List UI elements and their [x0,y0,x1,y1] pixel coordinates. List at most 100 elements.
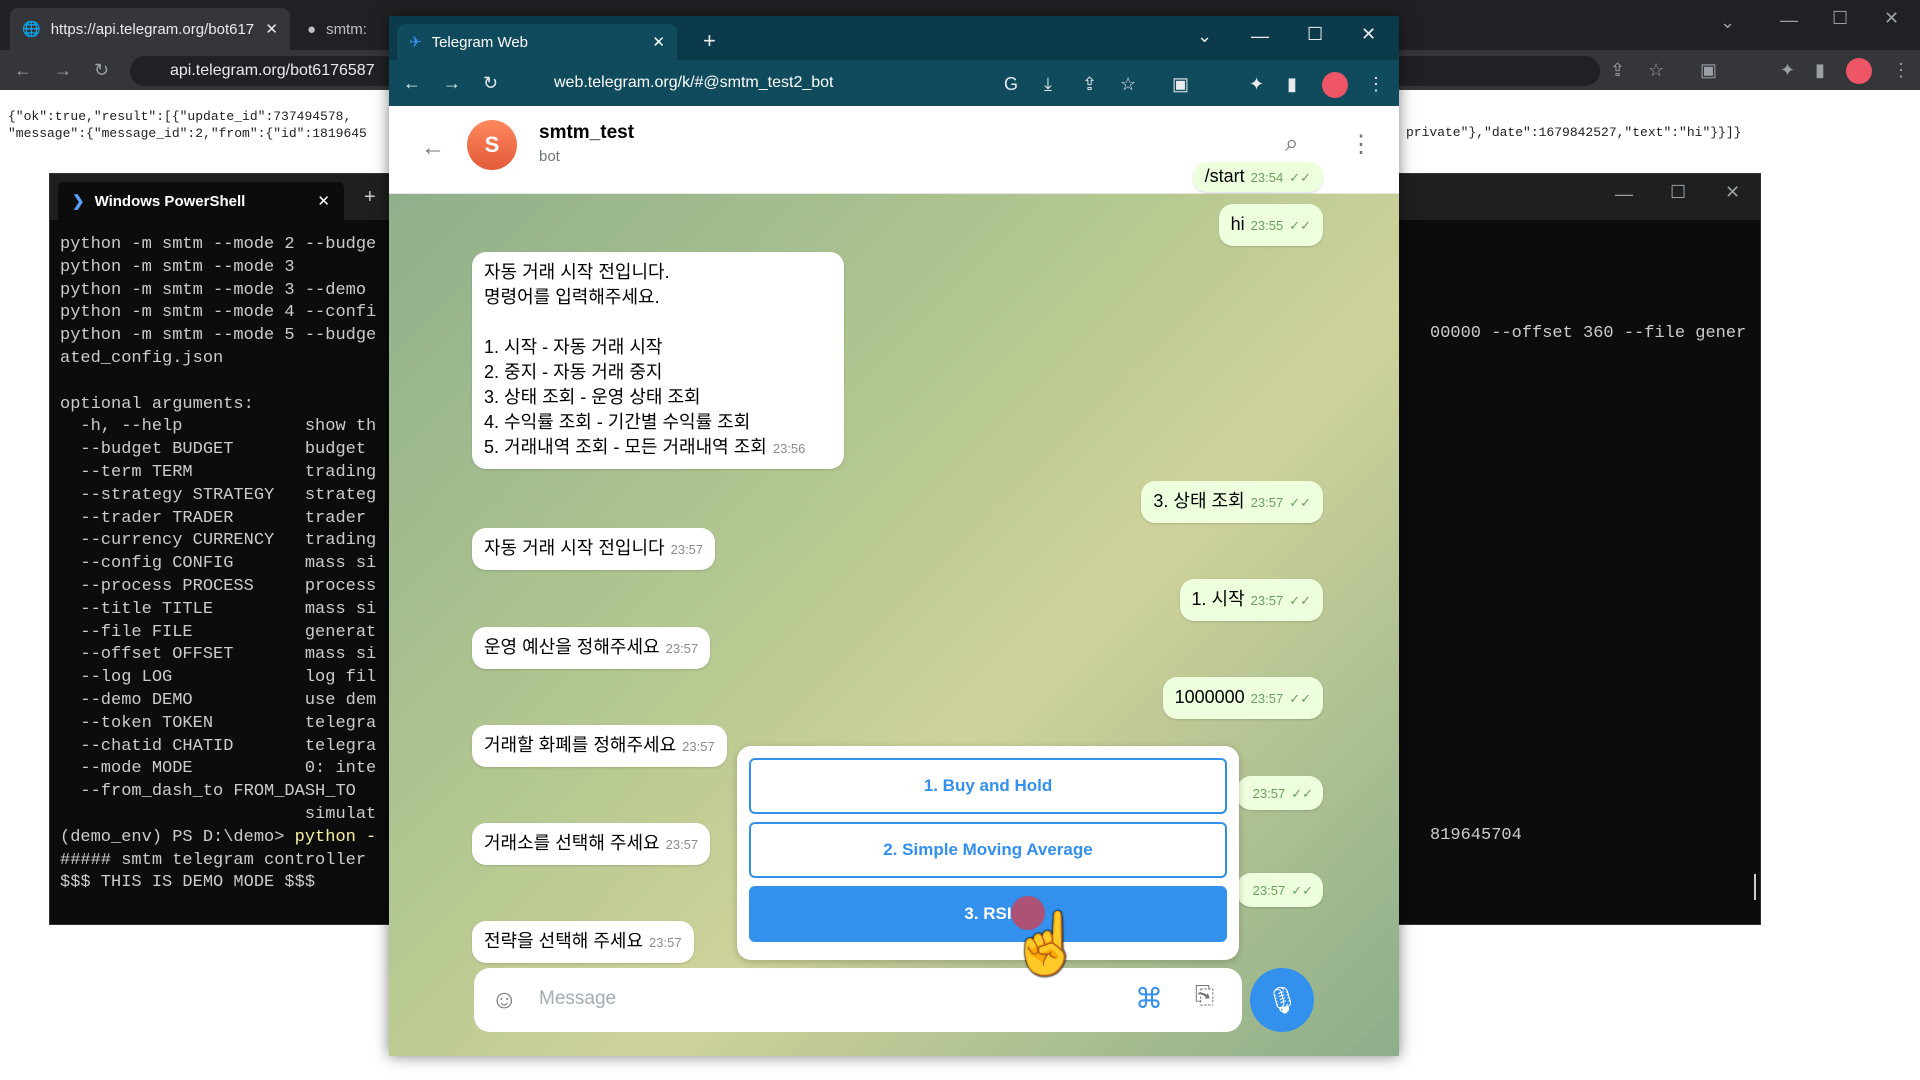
double-check-icon: ✓✓ [1289,691,1311,706]
new-tab-icon[interactable]: + [364,186,376,209]
microphone-icon: 🎙 [1265,984,1299,1015]
message-out[interactable]: /start 23:54 ✓✓ [1192,162,1323,192]
maximize-icon[interactable]: ☐ [1307,24,1323,45]
extension-icon[interactable]: ▣ [1700,60,1717,81]
github-icon: ● [307,20,317,38]
close-icon[interactable]: ✕ [652,33,665,51]
download-icon[interactable]: ⤓ [1044,74,1052,95]
share-icon[interactable]: ⇪ [1082,74,1097,95]
bot-commands-icon[interactable]: ⌘ [1135,982,1163,1015]
message-input[interactable]: Message [539,988,616,1010]
chevron-down-icon[interactable]: ⌄ [1197,26,1212,47]
reload-icon[interactable]: ↻ [483,73,498,94]
message-time: 23:57 [670,542,704,557]
menu-icon[interactable]: ⋮ [1367,74,1385,95]
google-icon[interactable]: G [1004,74,1018,95]
maximize-icon[interactable]: ☐ [1832,8,1848,29]
message-time: 23:57 [1252,786,1286,801]
profile-avatar[interactable] [1846,58,1872,84]
minimize-icon[interactable]: — [1615,184,1633,205]
background-tab-api[interactable]: 🌐 https://api.telegram.org/bot617 ✕ [10,8,290,50]
microphone-button[interactable]: 🎙 [1250,968,1314,1032]
reload-icon[interactable]: ↻ [94,60,109,81]
keyboard-button-sma[interactable]: 2. Simple Moving Average [749,822,1227,878]
message-out[interactable]: 1. 시작 23:57 ✓✓ [1179,579,1323,621]
double-check-icon: ✓✓ [1289,495,1311,510]
message-in[interactable]: 거래소를 선택해 주세요 23:57 [472,823,711,865]
message-text: 자동 거래 시작 전입니다 [484,538,665,558]
avatar[interactable]: S [467,120,517,170]
message-in[interactable]: 거래할 화폐를 정해주세요 23:57 [472,725,727,767]
message-in[interactable]: 전략을 선택해 주세요 23:57 [472,921,694,963]
close-icon[interactable]: ✕ [265,20,278,38]
keyboard-button-rsi[interactable]: 3. RSI [749,886,1227,942]
json-line: "message":{"message_id":2,"from":{"id":1… [8,126,367,141]
telegram-browser-window: ✈ Telegram Web ✕ + ⌄ — ☐ ✕ ← → ↻ web.tel… [389,16,1399,1056]
star-icon[interactable]: ☆ [1120,74,1136,95]
close-icon[interactable]: ✕ [1361,24,1376,45]
puzzle-icon[interactable]: ✦ [1780,60,1795,81]
star-icon[interactable]: ☆ [1648,60,1664,81]
new-tab-icon[interactable]: + [703,28,716,54]
share-icon[interactable]: ⇪ [1610,60,1625,81]
tab-telegram-web[interactable]: ✈ Telegram Web ✕ [397,24,677,60]
tab-title: Telegram Web [431,33,529,51]
chat-status: bot [539,148,560,165]
message-text: 3. 상태 조회 [1153,491,1245,511]
sidepanel-icon[interactable]: ▮ [1287,74,1297,95]
message-text: 운영 예산을 정해주세요 [484,637,660,657]
more-icon[interactable]: ⋮ [1349,130,1373,159]
message-text: /start [1204,166,1245,186]
terminal-scrollbar[interactable] [1754,874,1756,900]
message-text: hi [1230,214,1245,234]
maximize-icon[interactable]: ☐ [1670,182,1686,203]
json-response-right: private"},"date":1679842527,"text":"hi"}… [1406,125,1742,140]
minimize-icon[interactable]: — [1780,10,1798,31]
forward-icon[interactable]: → [443,73,461,94]
close-icon[interactable]: ✕ [317,192,330,210]
double-check-icon: ✓✓ [1291,786,1313,801]
message-time: 23:57 [1250,691,1284,706]
attach-icon[interactable]: ⎘ [1195,982,1214,1010]
back-icon[interactable]: ← [403,73,421,94]
search-icon[interactable]: ⌕ [1285,130,1298,158]
message-out-partial[interactable]: 23:57 ✓✓ [1236,873,1323,907]
message-in[interactable]: 자동 거래 시작 전입니다 23:57 [472,528,716,570]
close-icon[interactable]: ✕ [1725,182,1740,203]
terminal-help-text: python -m smtm --mode 2 --budge python -… [60,235,377,824]
terminal-line: $$$ THIS IS DEMO MODE $$$ [60,873,316,893]
forward-icon[interactable]: → [54,60,72,81]
chevron-down-icon[interactable]: ⌄ [1720,12,1735,33]
message-in[interactable]: 운영 예산을 정해주세요 23:57 [472,627,711,669]
back-arrow-icon[interactable]: ← [421,134,445,162]
sidepanel-icon[interactable]: ▮ [1815,60,1825,81]
hand-cursor-icon: ☝ [1009,910,1084,977]
tab-title: https://api.telegram.org/bot617 [50,20,255,38]
address-bar[interactable]: web.telegram.org/k/#@smtm_test2_bot [524,68,1044,98]
message-out[interactable]: hi 23:55 ✓✓ [1218,204,1323,246]
emoji-icon[interactable]: ☺ [491,984,518,1015]
message-text: 자동 거래 시작 전입니다. 명령어를 입력해주세요. 1. 시작 - 자동 거… [484,262,767,457]
chat-name[interactable]: smtm_test [539,122,634,144]
message-out[interactable]: 3. 상태 조회 23:57 ✓✓ [1141,481,1323,523]
puzzle-icon[interactable]: ✦ [1249,74,1264,95]
message-in[interactable]: 자동 거래 시작 전입니다. 명령어를 입력해주세요. 1. 시작 - 자동 거… [472,252,844,469]
message-time: 23:57 [665,837,699,852]
command: python - [294,827,377,847]
terminal-line-right: 819645704 [1430,826,1522,845]
minimize-icon[interactable]: — [1251,26,1269,47]
terminal-output: python -m smtm --mode 2 --budge python -… [60,234,376,895]
message-time: 23:54 [1250,170,1284,185]
profile-avatar[interactable] [1322,72,1348,98]
prompt: (demo_env) PS D:\demo> [60,827,295,847]
close-icon[interactable]: ✕ [1884,8,1899,29]
message-out[interactable]: 1000000 23:57 ✓✓ [1162,677,1323,719]
powershell-tab[interactable]: ❯ Windows PowerShell ✕ [58,182,344,220]
menu-icon[interactable]: ⋮ [1892,60,1910,81]
message-out-partial[interactable]: 23:57 ✓✓ [1236,776,1323,810]
message-text: 1. 시작 [1191,589,1245,609]
message-time: 23:56 [772,441,806,456]
extension-icon[interactable]: ▣ [1172,74,1189,95]
back-icon[interactable]: ← [14,60,32,81]
keyboard-button-buy-hold[interactable]: 1. Buy and Hold [749,758,1227,814]
